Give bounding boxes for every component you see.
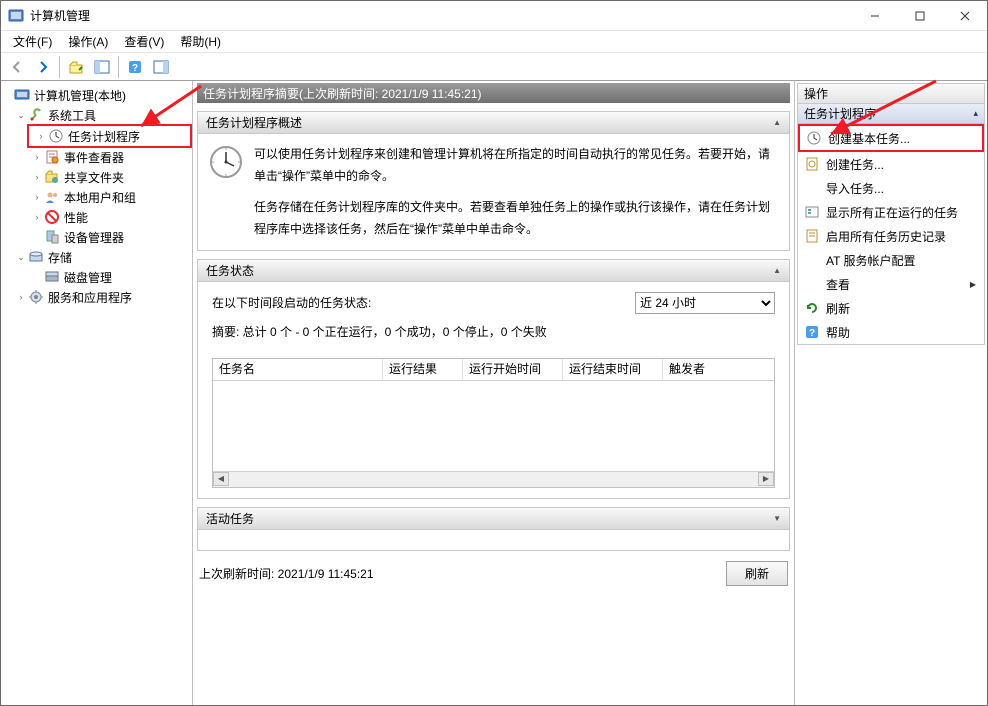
- col-task-name[interactable]: 任务名: [213, 359, 383, 380]
- storage-icon: [28, 249, 44, 265]
- menu-view[interactable]: 查看(V): [116, 31, 172, 52]
- action-create-task[interactable]: 创建任务...: [798, 152, 984, 176]
- overview-group: 任务计划程序概述 可以使用任务计划程序来创建和管理计算机将在所指定的时间自动执行…: [197, 111, 790, 251]
- details-pane: 任务计划程序摘要(上次刷新时间: 2021/1/9 11:45:21) 任务计划…: [193, 81, 795, 705]
- event-viewer-icon: [44, 149, 60, 165]
- summary-header: 任务计划程序摘要(上次刷新时间: 2021/1/9 11:45:21): [197, 83, 790, 103]
- up-button[interactable]: [64, 55, 88, 79]
- action-view[interactable]: 查看: [798, 272, 984, 296]
- tree-performance[interactable]: 性能: [64, 209, 88, 226]
- action-show-running[interactable]: 显示所有正在运行的任务: [798, 200, 984, 224]
- actions-pane-title: 操作: [797, 83, 985, 103]
- close-button[interactable]: [942, 1, 987, 31]
- status-group: 任务状态 在以下时间段启动的任务状态: 近 24 小时 摘要: 总计 0 个 -…: [197, 259, 790, 499]
- clock-icon: [806, 130, 822, 146]
- tree-task-scheduler[interactable]: 任务计划程序: [68, 128, 140, 145]
- task-listview[interactable]: 任务名 运行结果 运行开始时间 运行结束时间 触发者 ◀▶: [212, 358, 775, 488]
- svg-text:?: ?: [132, 63, 138, 74]
- app-icon: [8, 8, 24, 24]
- tree-storage[interactable]: 存储: [48, 249, 72, 266]
- tree-sys-tools[interactable]: 系统工具: [48, 107, 96, 124]
- menu-action[interactable]: 操作(A): [60, 31, 116, 52]
- back-button[interactable]: [5, 55, 29, 79]
- shared-folders-icon: [44, 169, 60, 185]
- action-help[interactable]: ? 帮助: [798, 320, 984, 344]
- actions-pane-button[interactable]: [149, 55, 173, 79]
- tree-event-viewer[interactable]: 事件查看器: [64, 149, 124, 166]
- status-summary: 摘要: 总计 0 个 - 0 个正在运行，0 个成功，0 个停止，0 个失败: [212, 322, 775, 344]
- history-icon: [804, 228, 820, 244]
- overview-p2: 任务存储在任务计划程序库的文件夹中。若要查看单独任务上的操作或执行该操作，请在任…: [254, 197, 775, 240]
- col-start[interactable]: 运行开始时间: [463, 359, 563, 380]
- help-icon: ?: [804, 324, 820, 340]
- tree-device-mgr[interactable]: 设备管理器: [64, 229, 124, 246]
- tools-icon: [28, 107, 44, 123]
- disk-mgmt-icon: [44, 269, 60, 285]
- users-groups-icon: [44, 189, 60, 205]
- active-tasks-header[interactable]: 活动任务: [198, 508, 789, 530]
- running-tasks-icon: [804, 204, 820, 220]
- clock-icon: [48, 128, 64, 144]
- action-at-account[interactable]: AT 服务帐户配置: [798, 248, 984, 272]
- status-header[interactable]: 任务状态: [198, 260, 789, 282]
- computer-icon: [14, 87, 30, 103]
- title-bar: 计算机管理: [1, 1, 987, 31]
- help-button[interactable]: ?: [123, 55, 147, 79]
- clock-icon: [208, 144, 244, 180]
- tree-root[interactable]: 计算机管理(本地): [34, 87, 126, 104]
- actions-pane: 操作 任务计划程序 创建基本任务... 创建任务... 导入任务... 显示所有…: [795, 81, 987, 705]
- device-mgr-icon: [44, 229, 60, 245]
- show-hide-tree-button[interactable]: [90, 55, 114, 79]
- svg-text:?: ?: [809, 328, 815, 339]
- task-icon: [804, 156, 820, 172]
- last-refresh-label: 上次刷新时间: 2021/1/9 11:45:21: [199, 565, 374, 582]
- window-title: 计算机管理: [30, 7, 90, 24]
- status-label: 在以下时间段启动的任务状态:: [212, 293, 371, 315]
- horizontal-scrollbar[interactable]: ◀▶: [213, 471, 774, 487]
- col-trigger[interactable]: 触发者: [663, 359, 774, 380]
- actions-section-header[interactable]: 任务计划程序: [798, 104, 984, 124]
- services-icon: [28, 289, 44, 305]
- tree-shared-folders[interactable]: 共享文件夹: [64, 169, 124, 186]
- action-refresh[interactable]: 刷新: [798, 296, 984, 320]
- toolbar: ?: [1, 53, 987, 81]
- maximize-button[interactable]: [897, 1, 942, 31]
- footer-row: 上次刷新时间: 2021/1/9 11:45:21 刷新: [197, 557, 790, 590]
- tree-local-users[interactable]: 本地用户和组: [64, 189, 136, 206]
- active-tasks-group: 活动任务: [197, 507, 790, 551]
- minimize-button[interactable]: [852, 1, 897, 31]
- overview-header[interactable]: 任务计划程序概述: [198, 112, 789, 134]
- action-create-basic-task[interactable]: 创建基本任务...: [800, 126, 982, 150]
- console-tree[interactable]: ▸计算机管理(本地) ⌄系统工具 ›任务计划程序 ›事件查看器 ›共享文件夹 ›…: [1, 81, 193, 705]
- status-period-select[interactable]: 近 24 小时: [635, 292, 775, 314]
- col-result[interactable]: 运行结果: [383, 359, 463, 380]
- col-end[interactable]: 运行结束时间: [563, 359, 663, 380]
- overview-p1: 可以使用任务计划程序来创建和管理计算机将在所指定的时间自动执行的常见任务。若要开…: [254, 144, 775, 187]
- forward-button[interactable]: [31, 55, 55, 79]
- menu-help[interactable]: 帮助(H): [172, 31, 229, 52]
- menu-file[interactable]: 文件(F): [5, 31, 60, 52]
- tree-services-apps[interactable]: 服务和应用程序: [48, 289, 132, 306]
- tree-disk-mgmt[interactable]: 磁盘管理: [64, 269, 112, 286]
- menu-bar: 文件(F) 操作(A) 查看(V) 帮助(H): [1, 31, 987, 53]
- performance-icon: [44, 209, 60, 225]
- refresh-icon: [804, 300, 820, 316]
- refresh-button[interactable]: 刷新: [726, 561, 788, 586]
- action-import-task[interactable]: 导入任务...: [798, 176, 984, 200]
- action-enable-history[interactable]: 启用所有任务历史记录: [798, 224, 984, 248]
